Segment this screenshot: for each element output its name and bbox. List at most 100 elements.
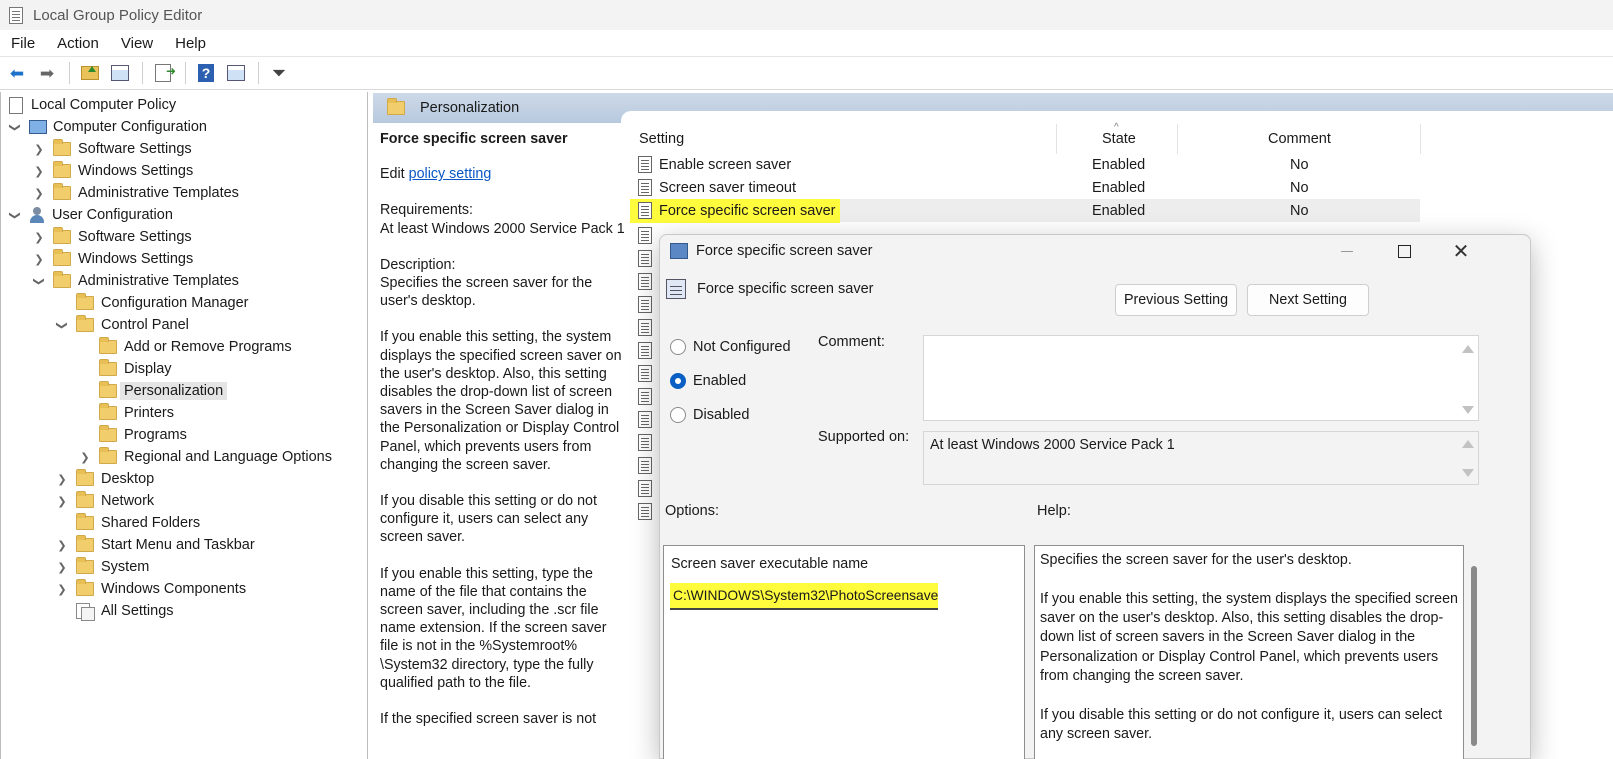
radio-circle[interactable] [670, 407, 686, 423]
table-row-selected[interactable]: Force specific screen saver Enabled No [630, 199, 1420, 223]
radio-not-configured[interactable]: Not Configured [670, 339, 791, 355]
column-divider[interactable] [1056, 124, 1057, 154]
scroll-up-icon[interactable] [1462, 345, 1474, 353]
tree-item-label: Programs [124, 427, 187, 443]
dialog-titlebar[interactable]: Force specific screen saver ✕ [660, 235, 1530, 267]
chevron-expanded-icon[interactable]: ❯ [9, 209, 22, 221]
tree-item-uc-windows-settings[interactable]: ❯ Windows Settings [33, 248, 193, 270]
column-header-setting[interactable]: Setting [639, 131, 684, 147]
chevron-right-icon[interactable]: ❯ [79, 451, 91, 464]
tree-item-cc-software-settings[interactable]: ❯ Software Settings [33, 138, 192, 160]
requirements-value: At least Windows 2000 Service Pack 1 [380, 220, 625, 237]
chevron-right-icon[interactable]: ❯ [56, 495, 68, 508]
show-hide-tree-button[interactable] [108, 61, 132, 85]
column-header-state[interactable]: State [1102, 131, 1136, 147]
forward-icon[interactable]: ➡ [35, 61, 59, 85]
column-header-comment[interactable]: Comment [1268, 131, 1331, 147]
tree-item-label: Network [101, 493, 155, 509]
description-label: Description: [380, 256, 456, 273]
menu-bar: File Action View Help [0, 30, 1613, 57]
close-icon[interactable]: ✕ [1438, 235, 1484, 267]
help-button[interactable]: ? [194, 61, 218, 85]
tree-item-printers[interactable]: ❯ Printers [79, 402, 174, 424]
tree-item-uc-software-settings[interactable]: ❯ Software Settings [33, 226, 192, 248]
table-row[interactable]: Screen saver timeout Enabled No [630, 176, 1420, 199]
tree-item-label: Start Menu and Taskbar [101, 537, 255, 553]
policy-document-icon [9, 96, 23, 114]
maximize-icon[interactable] [1381, 235, 1427, 267]
properties-view-icon [227, 65, 245, 81]
tree-item-control-panel[interactable]: ❯ Control Panel [56, 314, 189, 336]
scroll-down-icon[interactable] [1462, 469, 1474, 477]
menu-action[interactable]: Action [46, 35, 110, 52]
tree-item-cc-administrative-templates[interactable]: ❯ Administrative Templates [33, 182, 239, 204]
chevron-right-icon[interactable]: ❯ [56, 539, 68, 552]
chevron-right-icon[interactable]: ❯ [33, 165, 45, 178]
up-folder-button[interactable] [78, 61, 102, 85]
toolbar-separator [185, 62, 186, 84]
chevron-right-icon[interactable]: ❯ [33, 187, 45, 200]
policy-setting-link[interactable]: policy setting [409, 166, 492, 182]
column-divider[interactable] [1420, 124, 1421, 154]
folder-icon [76, 293, 94, 310]
chevron-expanded-icon[interactable]: ❯ [56, 319, 69, 331]
radio-disabled[interactable]: Disabled [670, 407, 749, 423]
tree-item-all-settings[interactable]: ❯ All Settings [56, 600, 174, 622]
properties-view-button[interactable] [224, 61, 248, 85]
tree-item-local-computer-policy[interactable]: Local Computer Policy [9, 94, 176, 116]
chevron-right-icon[interactable]: ❯ [56, 583, 68, 596]
tree-item-label: Software Settings [78, 141, 192, 157]
chevron-right-icon[interactable]: ❯ [56, 473, 68, 486]
menu-file[interactable]: File [0, 35, 46, 52]
chevron-expanded-icon[interactable]: ❯ [9, 121, 22, 133]
radio-enabled[interactable]: Enabled [670, 373, 746, 389]
tree-item-uc-administrative-templates[interactable]: ❯ Administrative Templates [33, 270, 239, 292]
tree-item-personalization[interactable]: ❯ Personalization [79, 380, 228, 402]
next-setting-button[interactable]: Next Setting [1247, 284, 1369, 316]
chevron-right-icon[interactable]: ❯ [33, 143, 45, 156]
tree-item-network[interactable]: ❯ Network [56, 490, 154, 512]
folder-icon [76, 513, 94, 530]
menu-help[interactable]: Help [164, 35, 217, 52]
setting-comment: No [1290, 156, 1309, 173]
chevron-expanded-icon[interactable]: ❯ [33, 275, 46, 287]
column-divider[interactable] [1177, 124, 1178, 154]
minimize-icon[interactable] [1324, 235, 1370, 267]
filter-icon[interactable]: ⏷ [267, 61, 291, 85]
tree-item-cc-windows-settings[interactable]: ❯ Windows Settings [33, 160, 193, 182]
folder-icon [99, 403, 117, 420]
previous-setting-button[interactable]: Previous Setting [1115, 284, 1237, 316]
table-row[interactable]: Enable screen saver Enabled No [630, 153, 1420, 176]
dialog-setting-header: Force specific screen saver [666, 279, 873, 299]
tree-item-configuration-manager[interactable]: ❯ Configuration Manager [56, 292, 249, 314]
exe-name-input[interactable]: C:\WINDOWS\System32\PhotoScreensave [670, 583, 938, 610]
tree-item-windows-components[interactable]: ❯ Windows Components [56, 578, 246, 600]
tree-item-programs[interactable]: ❯ Programs [79, 424, 187, 446]
tree-item-regional-language[interactable]: ❯ Regional and Language Options [79, 446, 332, 468]
tree-item-start-menu-taskbar[interactable]: ❯ Start Menu and Taskbar [56, 534, 255, 556]
setting-icon [638, 365, 652, 382]
radio-circle[interactable] [670, 339, 686, 355]
tree-item-label: Windows Settings [78, 163, 194, 179]
chevron-right-icon[interactable]: ❯ [33, 231, 45, 244]
tree-item-desktop[interactable]: ❯ Desktop [56, 468, 154, 490]
chevron-right-icon[interactable]: ❯ [33, 253, 45, 266]
tree-item-system[interactable]: ❯ System [56, 556, 149, 578]
scroll-down-icon[interactable] [1462, 406, 1474, 414]
scroll-up-icon[interactable] [1462, 440, 1474, 448]
comment-textarea[interactable] [923, 335, 1479, 421]
radio-circle-checked[interactable] [670, 373, 686, 389]
chevron-right-icon[interactable]: ❯ [56, 561, 68, 574]
help-scrollbar-thumb[interactable] [1471, 566, 1477, 746]
export-list-button[interactable] [151, 61, 176, 85]
tree-item-computer-configuration[interactable]: ❯ Computer Configuration [9, 116, 207, 138]
tree-item-user-configuration[interactable]: ❯ User Configuration [9, 204, 173, 226]
tree-item-shared-folders[interactable]: ❯ Shared Folders [56, 512, 200, 534]
back-icon[interactable]: ⬅ [5, 61, 29, 85]
setting-state: Enabled [1092, 202, 1146, 219]
window-title: Local Group Policy Editor [33, 6, 203, 24]
menu-view[interactable]: View [110, 35, 164, 52]
tree-item-add-remove-programs[interactable]: ❯ Add or Remove Programs [79, 336, 292, 358]
setting-state: Enabled [1092, 179, 1146, 196]
tree-item-display[interactable]: ❯ Display [79, 358, 172, 380]
